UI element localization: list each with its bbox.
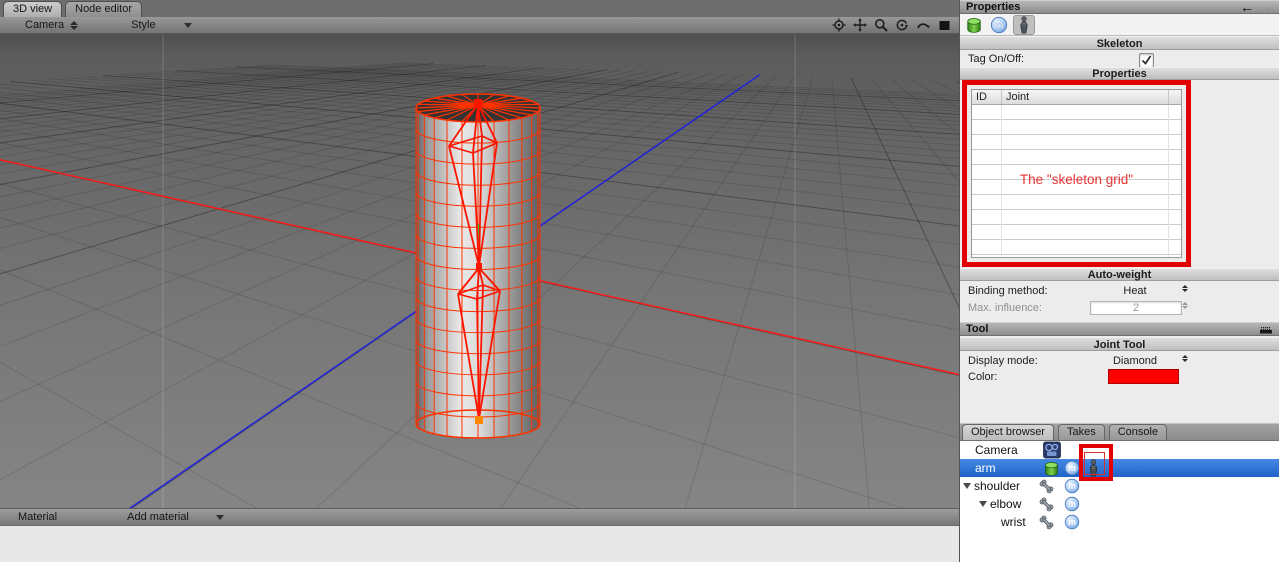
tab-node-editor[interactable]: Node editor	[65, 1, 142, 17]
tool-title-bar: Tool	[960, 322, 1279, 336]
skeleton-grid-header: ID Joint	[972, 90, 1181, 105]
move-icon[interactable]	[853, 18, 867, 32]
camera-dropdown[interactable]: Camera	[25, 19, 78, 31]
display-mode-label: Display mode:	[960, 355, 1038, 367]
column-header-joint: Joint	[1006, 91, 1029, 103]
style-dropdown-label: Style	[131, 19, 155, 31]
tree-label: elbow	[990, 497, 1021, 511]
tree-label: shoulder	[974, 479, 1020, 493]
display-mode-row: Display mode: Diamond	[960, 352, 1279, 369]
svg-text:m: m	[1068, 463, 1076, 473]
tag-on-off-label: Tag On/Off:	[960, 53, 1024, 65]
tree-row-elbow[interactable]: elbow m	[960, 495, 1279, 513]
collapse-triangle-icon[interactable]	[963, 483, 971, 489]
3d-viewport[interactable]: Camera Style	[0, 17, 959, 508]
max-influence-label: Max. influence:	[960, 302, 1042, 314]
color-row: Color:	[960, 368, 1279, 385]
tree-row-shoulder[interactable]: shoulder m	[960, 477, 1279, 495]
rotate-arc-icon[interactable]	[916, 18, 931, 32]
object-tree: Camera arm	[960, 441, 1279, 562]
collapse-triangle-icon[interactable]	[979, 501, 987, 507]
material-icon: m	[990, 16, 1008, 34]
panel-title-bar: Properties ← →	[960, 0, 1279, 14]
cylinder-object-tab[interactable]	[963, 15, 985, 35]
tag-checkbox[interactable]	[1139, 53, 1154, 68]
annotation-box: ID Joint The "skeleton grid"	[962, 80, 1191, 267]
property-category-tabs: m	[960, 14, 1279, 36]
zoom-icon[interactable]	[874, 18, 888, 32]
back-arrow-icon[interactable]: ←	[1240, 1, 1254, 13]
viewport-tabstrip: 3D view Node editor	[0, 0, 959, 17]
svg-text:m: m	[1068, 517, 1076, 527]
tab-takes[interactable]: Takes	[1058, 424, 1105, 440]
camera-stepper-icon[interactable]	[70, 21, 78, 30]
material-tab[interactable]: m	[988, 15, 1010, 35]
max-influence-row: Max. influence: 2	[960, 299, 1279, 316]
skeleton-icon	[1016, 16, 1032, 34]
application-window: 3D view Node editor	[0, 0, 1279, 562]
autoweight-section-header: Auto-weight	[960, 268, 1279, 281]
focus-icon[interactable]	[832, 18, 846, 32]
column-header-id: ID	[976, 91, 987, 103]
tool-title: Tool	[966, 323, 988, 335]
skeleton-grid-table[interactable]: ID Joint The "skeleton grid"	[971, 89, 1182, 258]
binding-method-label: Binding method:	[960, 285, 1048, 297]
tree-row-wrist[interactable]: wrist m	[960, 513, 1279, 531]
annotation-text: The "skeleton grid"	[972, 172, 1181, 187]
display-mode-value[interactable]: Diamond	[1090, 355, 1180, 367]
annotation-box-inner	[1084, 452, 1105, 475]
orbit-icon[interactable]	[895, 18, 909, 32]
cylinder-icon	[965, 16, 983, 34]
skeleton-tab[interactable]	[1013, 15, 1035, 35]
properties-panel: Properties ← →	[959, 0, 1279, 562]
color-label: Color:	[960, 371, 997, 383]
add-material-button[interactable]: Add material	[127, 511, 189, 523]
binding-method-row: Binding method: Heat	[960, 282, 1279, 299]
tab-3d-view[interactable]: 3D view	[3, 1, 62, 17]
skeleton-section-header: Skeleton	[960, 36, 1279, 50]
tree-label: arm	[975, 461, 996, 475]
chevron-down-icon	[184, 23, 192, 28]
tag-on-off-row: Tag On/Off:	[960, 51, 1279, 67]
checkmark-icon	[1140, 54, 1153, 67]
camera-dropdown-label: Camera	[25, 19, 64, 31]
material-bar: Material Add material	[0, 508, 959, 526]
svg-text:m: m	[1068, 481, 1076, 491]
tool-icon	[1259, 324, 1273, 334]
tree-row-arm[interactable]: arm m	[960, 459, 1279, 477]
display-mode-stepper[interactable]	[1182, 355, 1188, 362]
joint-color-swatch[interactable]	[1108, 369, 1179, 384]
browser-tabbar: Object browser Takes Console	[960, 423, 1279, 441]
tab-console[interactable]: Console	[1109, 424, 1167, 440]
max-influence-stepper[interactable]	[1182, 302, 1188, 309]
maximize-icon[interactable]	[938, 19, 951, 32]
panel-title: Properties	[966, 1, 1020, 13]
tree-label: Camera	[975, 443, 1018, 457]
3d-scene[interactable]	[0, 17, 959, 508]
joint-tool-section-header: Joint Tool	[960, 337, 1279, 351]
style-dropdown[interactable]: Style	[131, 19, 191, 31]
svg-text:m: m	[995, 20, 1004, 31]
viewport-toolbar: Camera Style	[0, 17, 959, 34]
binding-method-value[interactable]: Heat	[1090, 285, 1180, 297]
add-material-chevron-icon[interactable]	[216, 515, 224, 520]
binding-method-stepper[interactable]	[1182, 285, 1188, 292]
tab-object-browser[interactable]: Object browser	[962, 424, 1054, 440]
forward-arrow-icon[interactable]: →	[1259, 1, 1273, 13]
svg-text:m: m	[1068, 499, 1076, 509]
bone-icon	[1038, 514, 1055, 534]
material-label: Material	[18, 511, 57, 523]
max-influence-input[interactable]: 2	[1090, 301, 1182, 315]
tree-row-camera[interactable]: Camera	[960, 441, 1279, 459]
material-icon: m	[1064, 514, 1080, 533]
grid-section-header: Properties	[960, 67, 1279, 80]
tree-label: wrist	[1001, 515, 1026, 529]
